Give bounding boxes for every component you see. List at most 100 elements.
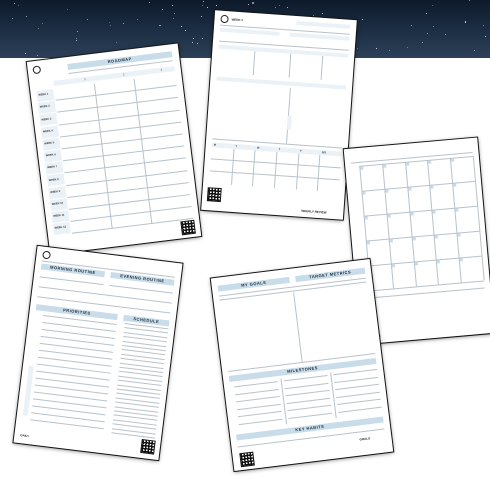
day-number-box: [410, 212, 414, 216]
qr-code-icon: [239, 451, 255, 468]
star: [109, 21, 111, 23]
milestone-line: [336, 391, 380, 398]
milestone-line: [337, 406, 382, 413]
day-label: M: [213, 143, 217, 147]
goals-footer: GOALS: [359, 436, 371, 442]
roadmap-sheet: ROADMAP 1 2 3 WEEK 1 WEEK 2 WEEK 3 WEEK 4 WE…: [26, 43, 202, 255]
star: [174, 12, 176, 14]
week-label: WEEK 7: [47, 165, 58, 170]
day-number-box: [453, 183, 457, 187]
day-number-box: [364, 216, 368, 220]
star: [252, 2, 254, 4]
roadmap-col-1: 1: [84, 77, 86, 81]
roadmap-col-2: 2: [122, 72, 125, 76]
milestone-line: [235, 388, 279, 395]
week-label: WEEK 6: [45, 153, 56, 158]
star: [426, 12, 427, 14]
weekly-footer: WEEKLY REVIEW: [301, 208, 327, 215]
day-label: T: [278, 148, 281, 152]
week-label: WEEK 9: [50, 189, 61, 194]
star: [357, 47, 358, 49]
week-label-cell: WEEK 3: [39, 113, 58, 127]
day-divider: [295, 153, 300, 190]
milestone-line: [335, 383, 379, 391]
star: [13, 3, 15, 5]
day-number-box: [360, 166, 364, 170]
week-number-label: WEEK #: [231, 17, 244, 23]
star: [184, 30, 186, 31]
star: [203, 0, 204, 2]
star: [375, 48, 377, 49]
week-label-cell: WEEK 4: [40, 125, 60, 139]
day-number-box: [407, 187, 412, 191]
star: [248, 4, 249, 6]
milestone-line: [235, 395, 280, 403]
milestone-line: [334, 376, 379, 383]
star: [216, 5, 217, 6]
qr-code-icon: [206, 187, 222, 203]
star: [322, 13, 323, 14]
week-label-cell: WEEK 2: [37, 101, 57, 115]
day-number-box: [362, 191, 366, 195]
star: [42, 22, 44, 24]
day-label: W: [256, 146, 260, 150]
week-label: WEEK 1: [38, 92, 49, 97]
star: [37, 27, 39, 29]
day-number-box: [383, 164, 387, 168]
milestone-line: [238, 418, 283, 425]
target-metrics-header: TARGET METRICS: [295, 267, 366, 283]
star: [278, 4, 281, 7]
day-divider: [252, 150, 256, 187]
daily-lines: [30, 246, 183, 439]
star: [37, 54, 38, 56]
star: [201, 4, 203, 6]
star: [431, 4, 433, 6]
star: [122, 22, 124, 24]
star: [407, 47, 408, 48]
grid-col-line: [381, 163, 394, 289]
star: [201, 15, 203, 17]
week-label-cell: WEEK 8: [46, 173, 65, 187]
day-number-box: [428, 160, 432, 164]
day-label: T: [235, 145, 238, 149]
grid-col-line: [404, 161, 417, 287]
milestone-line: [288, 412, 333, 419]
week-label-cell: WEEK 10: [49, 197, 68, 211]
week-label: WEEK 5: [44, 141, 55, 146]
week-label: WEEK 3: [41, 117, 52, 122]
star: [87, 19, 89, 21]
milestone-line: [234, 381, 278, 388]
day-divider: [230, 148, 235, 185]
logo-icon: [42, 250, 52, 260]
grid-row-line: [367, 255, 482, 267]
my-goals-header: MY GOALS: [217, 276, 290, 292]
star: [464, 21, 467, 23]
priorities-header: PRIORITIES: [35, 304, 118, 321]
evening-routine-header: EVENING ROUTINE: [110, 271, 175, 286]
grid-col-line: [450, 157, 462, 283]
day-number-box: [434, 235, 439, 239]
weekly-sheet: WEEK # M T W T F S/S WEEKLY REVIEW: [201, 10, 357, 220]
star: [172, 18, 174, 19]
star: [444, 33, 446, 35]
day-divider: [317, 154, 321, 191]
star: [427, 32, 429, 34]
star: [136, 19, 138, 21]
star: [116, 41, 117, 43]
week-label: WEEK 11: [53, 213, 65, 219]
day-number-box: [432, 210, 437, 214]
star: [196, 42, 198, 44]
star: [77, 31, 79, 33]
star: [388, 50, 390, 51]
week-label-cell: WEEK 1: [36, 88, 55, 102]
goals-sheet: MY GOALS TARGET METRICS MILESTONES KEY H…: [210, 258, 394, 472]
day-number-box: [412, 237, 416, 241]
star: [206, 6, 208, 8]
star: [286, 7, 288, 9]
milestone-line: [236, 403, 281, 410]
star: [410, 25, 412, 26]
day-number-box: [451, 158, 455, 162]
week-label-cell: WEEK 12: [52, 222, 71, 236]
star: [192, 38, 194, 40]
day-number-box: [387, 214, 391, 218]
